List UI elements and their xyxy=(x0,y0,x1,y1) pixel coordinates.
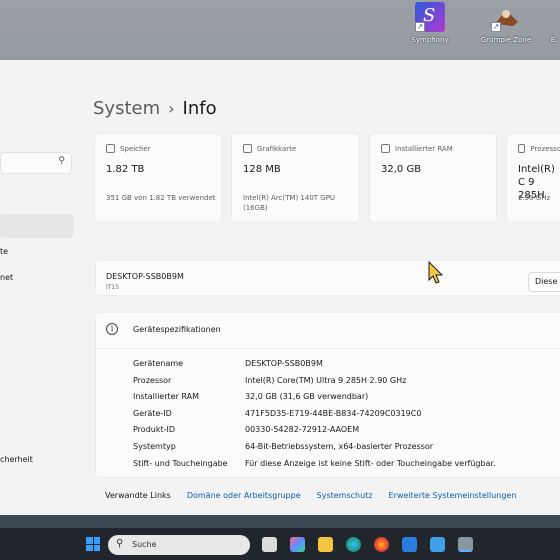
breadcrumb-separator: › xyxy=(168,99,175,118)
spec-value: 471F5D35-E719-44BE-B834-74209C0319C0 xyxy=(245,409,422,418)
breadcrumb-parent[interactable]: System xyxy=(93,98,160,119)
edge-browser-icon[interactable] xyxy=(346,537,361,552)
firefox-icon[interactable] xyxy=(374,537,389,552)
desktop-icon-partial[interactable]: E xyxy=(533,2,560,44)
spec-key: Produkt-ID xyxy=(133,425,176,434)
device-model: IT15 xyxy=(106,284,120,291)
task-view-icon[interactable] xyxy=(262,537,277,552)
spec-value: 00330-54282-72912-AAOEM xyxy=(245,425,360,434)
storage-card[interactable]: Speicher 1.82 TB 351 GB von 1.82 TB verw… xyxy=(94,133,222,223)
search-icon: ⚲ xyxy=(116,538,124,549)
card-label: Grafikkarte xyxy=(257,144,297,153)
desktop-icon-label: E xyxy=(550,36,556,44)
specs-header[interactable]: i Gerätespezifikationen xyxy=(96,313,560,349)
sidebar-item-partial-1[interactable]: te xyxy=(0,247,8,256)
file-explorer-icon[interactable] xyxy=(318,537,333,552)
card-value: 32,0 GB xyxy=(381,164,422,175)
ram-icon xyxy=(381,144,390,153)
partial-app-icon xyxy=(538,2,560,32)
settings-sidebar: ⚲ te net cherheit xyxy=(0,60,80,515)
shortcut-arrow-icon: ↗ xyxy=(415,22,425,32)
advanced-system-settings-link[interactable]: Erweiterte Systemeinstellungen xyxy=(389,491,517,500)
spec-value: DESKTOP-SSB0B9M xyxy=(245,359,323,368)
taskbar: ⚲ Suche xyxy=(0,528,560,560)
spec-row: Gerätename DESKTOP-SSB0B9M xyxy=(133,359,323,368)
spec-row: Installierter RAM 32,0 GB (31,6 GB verwen… xyxy=(133,392,368,401)
spec-key: Systemtyp xyxy=(133,442,176,451)
card-label: Prozessor xyxy=(530,144,560,153)
related-links: Verwandte Links Domäne oder Arbeitsgruppe… xyxy=(105,491,516,500)
spec-key: Geräte-ID xyxy=(133,409,172,418)
card-label: Installierter RAM xyxy=(395,144,453,153)
spec-key: Prozessor xyxy=(133,376,172,385)
sidebar-item-partial-2[interactable]: net xyxy=(0,273,13,282)
card-subtext: Intel(R) Arc(TM) 140T GPU (16GB) xyxy=(243,194,336,212)
spec-value: Für diese Anzeige ist keine Stift- oder … xyxy=(245,459,496,468)
desktop-icon-label: Symphony xyxy=(411,36,449,44)
device-name: DESKTOP-SSB0B9M xyxy=(106,272,184,281)
system-protection-link[interactable]: Systemschutz xyxy=(317,491,373,500)
sidebar-item-partial-security[interactable]: cherheit xyxy=(0,455,33,464)
desktop-icon-symphony[interactable]: S ↗ Symphony xyxy=(400,2,460,44)
spec-key: Stift- und Toucheingabe xyxy=(133,459,228,468)
spec-value: 64-Bit-Betriebssystem, x64-basierter Pro… xyxy=(245,442,434,451)
start-button-icon[interactable] xyxy=(86,537,100,551)
notepad-icon[interactable] xyxy=(430,537,445,552)
graphics-card[interactable]: Grafikkarte 128 MB Intel(R) Arc(TM) 140T… xyxy=(231,133,360,223)
taskbar-search-input[interactable]: ⚲ Suche xyxy=(108,535,250,555)
spec-row: Prozessor Intel(R) Core(TM) Ultra 9 285H … xyxy=(133,376,406,385)
sidebar-item-system-selected[interactable] xyxy=(0,214,74,238)
installed-ram-card[interactable]: Installierter RAM 32,0 GB xyxy=(369,133,497,223)
device-name-bar: DESKTOP-SSB0B9M IT15 Diese xyxy=(95,260,560,296)
processor-icon xyxy=(518,144,526,153)
grumpie-zone-app-icon: ↗ xyxy=(491,2,521,32)
spec-key: Gerätename xyxy=(133,359,184,368)
domain-workgroup-link[interactable]: Domäne oder Arbeitsgruppe xyxy=(187,491,301,500)
spec-row: Stift- und Toucheingabe Für diese Anzeige… xyxy=(133,459,496,468)
mouse-cursor-icon xyxy=(428,260,444,289)
desktop-icon-label: Grumpie Zone xyxy=(480,36,532,44)
taskbar-search-placeholder: Suche xyxy=(132,540,157,549)
storage-icon xyxy=(106,144,115,153)
info-icon: i xyxy=(106,323,118,335)
breadcrumb: System › Info xyxy=(93,98,217,119)
spec-row: Produkt-ID 00330-54282-72912-AAOEM xyxy=(133,425,359,434)
copilot-icon[interactable] xyxy=(290,537,305,552)
card-subtext: 2.90 GHz xyxy=(518,194,551,202)
specs-title: Gerätespezifikationen xyxy=(133,325,221,334)
settings-window: ⚲ te net cherheit System › Info Speicher 1… xyxy=(0,60,560,515)
spec-value: 32,0 GB (31,6 GB verwendbar) xyxy=(245,392,369,401)
spec-row: Systemtyp 64-Bit-Betriebssystem, x64-basi… xyxy=(133,442,433,451)
symphony-app-icon: S ↗ xyxy=(415,2,445,32)
card-subtext: 351 GB von 1.82 TB verwendet xyxy=(106,194,216,202)
related-links-label: Verwandte Links xyxy=(105,491,171,500)
shortcut-arrow-icon: ↗ xyxy=(491,22,501,32)
search-icon: ⚲ xyxy=(58,156,65,166)
card-value: 128 MB xyxy=(243,164,281,175)
settings-search-input[interactable]: ⚲ xyxy=(0,152,72,174)
device-specifications-panel: i Gerätespezifikationen Gerätename DESKTO… xyxy=(95,312,560,478)
spec-value: Intel(R) Core(TM) Ultra 9 285H 2.90 GHz xyxy=(245,376,407,385)
page-title: Info xyxy=(182,98,217,119)
card-value: 1.82 TB xyxy=(106,164,145,175)
desktop-icon-grumpie-zone[interactable]: ↗ Grumpie Zone xyxy=(476,2,536,44)
graphics-card-icon xyxy=(243,144,252,153)
spec-key: Installierter RAM xyxy=(133,392,200,401)
settings-gear-icon[interactable] xyxy=(458,537,473,552)
rename-pc-button[interactable]: Diese xyxy=(528,272,560,292)
spec-row: Geräte-ID 471F5D35-E719-44BE-B834-74209C0… xyxy=(133,409,421,418)
card-label: Speicher xyxy=(120,144,151,153)
store-icon[interactable] xyxy=(402,537,417,552)
processor-card[interactable]: Prozessor Intel(R) C 9 285H 2.90 GHz xyxy=(506,133,560,223)
